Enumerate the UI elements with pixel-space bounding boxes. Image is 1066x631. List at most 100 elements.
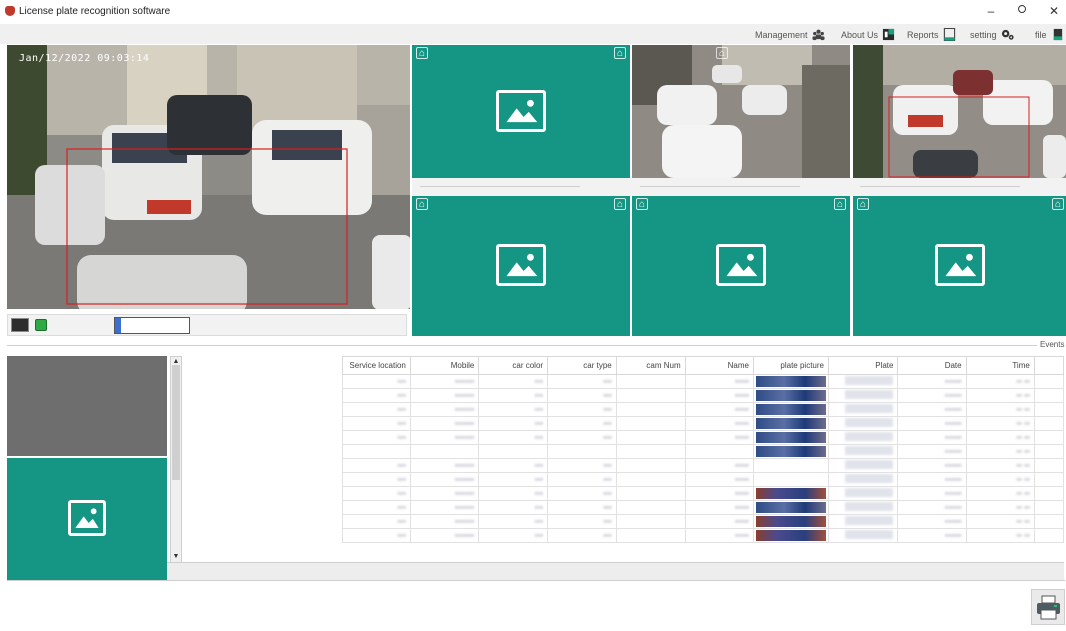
- table-row[interactable]: ••• ••••••• ••• ••• ••••• •••••• •• ••: [342, 514, 1064, 529]
- plate-thumbnail: [755, 376, 826, 387]
- plate-cell: [827, 402, 899, 417]
- camera-icon[interactable]: ⌂: [416, 198, 428, 210]
- print-button[interactable]: [1031, 589, 1065, 625]
- plate-thumbnail: [755, 390, 826, 401]
- col-time[interactable]: Time: [965, 356, 1035, 375]
- cell-value: •••: [397, 531, 406, 540]
- grid-cell: [684, 444, 754, 459]
- cell-value: ••••••: [944, 419, 962, 428]
- cell-value: •••••: [734, 517, 749, 526]
- col-car-color[interactable]: car color: [478, 356, 549, 375]
- grid-cell: •••••••: [409, 388, 480, 403]
- grid-cell: •••: [478, 416, 549, 431]
- reports-menu[interactable]: Reports: [907, 28, 956, 41]
- cell-value: •••: [397, 503, 406, 512]
- grid-cell: [1033, 444, 1064, 459]
- grid-cell: •••: [342, 500, 411, 515]
- cell-value: •••••••: [454, 531, 475, 540]
- camera-tile-7[interactable]: ⌂ ⌂: [853, 196, 1066, 336]
- table-row[interactable]: ••• ••••••• ••• ••• ••••• •••••• •• ••: [342, 486, 1064, 501]
- grid-cell: •••••: [684, 514, 754, 529]
- cell-value: ••••••: [944, 517, 962, 526]
- col-cam-num[interactable]: cam Num: [615, 356, 686, 375]
- col-name[interactable]: Name: [684, 356, 754, 375]
- grid-cell: [1033, 500, 1064, 515]
- table-row[interactable]: ••• ••••••• ••• ••• ••••• •••••• •• ••: [342, 500, 1064, 515]
- layout-grid-icon[interactable]: [11, 318, 29, 332]
- table-row[interactable]: ••• ••••••• ••• ••• ••••• •••••• •• ••: [342, 472, 1064, 487]
- table-row[interactable]: ••• ••••••• ••• ••• ••••• •••••• •• ••: [342, 416, 1064, 431]
- table-row[interactable]: ••• ••••••• ••• ••• ••••• •••••• •• ••: [342, 402, 1064, 417]
- cell-value: ••••••: [944, 447, 962, 456]
- grid-cell: ••••••: [897, 374, 967, 389]
- table-row[interactable]: ••• ••••••• ••• ••• ••••• •••••• •• ••: [342, 374, 1064, 389]
- cell-value: •••: [534, 461, 544, 470]
- table-row[interactable]: •••••• •• ••: [342, 444, 1064, 459]
- file-menu[interactable]: file: [1035, 28, 1064, 41]
- camera-icon[interactable]: ⌂: [834, 198, 846, 210]
- camera-icon[interactable]: ⌂: [716, 47, 728, 59]
- about-menu[interactable]: About Us: [841, 28, 895, 41]
- plate-picture-cell: [752, 458, 829, 473]
- cell-value: •••: [534, 391, 544, 400]
- maximize-button[interactable]: ⭘: [1012, 4, 1032, 17]
- grid-cell: •••: [342, 430, 411, 445]
- list-scrollbar[interactable]: ▲ ▼: [170, 356, 182, 563]
- close-button[interactable]: ✕: [1044, 4, 1064, 18]
- grid-cell: •••••: [684, 500, 754, 515]
- grid-cell: •••: [547, 430, 617, 445]
- camera-tile-6[interactable]: ⌂ ⌂: [632, 196, 850, 336]
- management-label: Management: [755, 29, 808, 40]
- col-car-type[interactable]: car type: [547, 356, 617, 375]
- minimize-button[interactable]: –: [981, 4, 1001, 18]
- events-grid[interactable]: Service location Mobile car color car ty…: [342, 356, 1064, 563]
- col-mobile[interactable]: Mobile: [409, 356, 480, 375]
- col-plate-picture[interactable]: plate picture: [752, 356, 829, 375]
- table-row[interactable]: ••• ••••••• ••• ••• ••••• •••••• •• ••: [342, 430, 1064, 445]
- camera-icon[interactable]: ⌂: [1052, 198, 1064, 210]
- grid-cell: [409, 444, 480, 459]
- plate-text-box: [845, 488, 894, 497]
- grid-horizontal-scrollbar[interactable]: [167, 562, 1064, 580]
- camera-tile-5[interactable]: ⌂ ⌂: [412, 196, 630, 336]
- grid-cell: •••: [547, 500, 617, 515]
- events-table: Service location Mobile car color car ty…: [342, 356, 1064, 543]
- camera-tile-3[interactable]: ⌂: [632, 45, 850, 178]
- grid-cell: •••: [342, 528, 411, 543]
- col-service-location[interactable]: Service location: [342, 356, 411, 375]
- table-row[interactable]: ••• ••••••• ••• ••• ••••• •••••• •• ••: [342, 458, 1064, 473]
- plate-thumbnail: [755, 404, 826, 415]
- plate-thumbnail: [755, 516, 826, 527]
- setting-menu[interactable]: setting: [970, 28, 1014, 41]
- camera-icon[interactable]: ⌂: [614, 47, 626, 59]
- plate-picture-cell: [752, 528, 829, 543]
- camera-selector-input[interactable]: [114, 317, 190, 334]
- camera-icon[interactable]: ⌂: [416, 47, 428, 59]
- cell-value: •••: [534, 475, 544, 484]
- grid-cell: •••: [342, 486, 411, 501]
- camera-tile-4[interactable]: [853, 45, 1066, 178]
- camera-tile-2[interactable]: ⌂ ⌂: [412, 45, 630, 178]
- grid-cell: •• ••: [965, 402, 1035, 417]
- main-camera-view[interactable]: Jan/12/2022 09:03:14: [7, 45, 410, 309]
- camera-icon[interactable]: ⌂: [636, 198, 648, 210]
- plate-cell: [827, 444, 899, 459]
- grid-cell: •••: [342, 388, 411, 403]
- management-menu[interactable]: Management: [755, 28, 825, 41]
- refresh-icon[interactable]: [35, 319, 47, 331]
- grid-cell: •••: [478, 514, 549, 529]
- col-date[interactable]: Date: [897, 356, 967, 375]
- camera-icon[interactable]: ⌂: [614, 198, 626, 210]
- report-icon: [943, 28, 955, 41]
- cell-value: •••••••: [454, 377, 475, 386]
- col-plate[interactable]: Plate: [827, 356, 899, 375]
- table-row[interactable]: ••• ••••••• ••• ••• ••••• •••••• •• ••: [342, 388, 1064, 403]
- camera-icon[interactable]: ⌂: [857, 198, 869, 210]
- cell-value: •••••••: [454, 517, 475, 526]
- table-row[interactable]: ••• ••••••• ••• ••• ••••• •••••• •• ••: [342, 528, 1064, 543]
- plate-thumbnail: [755, 502, 826, 513]
- scroll-down-icon[interactable]: ▼: [172, 553, 180, 561]
- grid-cell: •••: [478, 486, 549, 501]
- scroll-thumb[interactable]: [172, 365, 180, 480]
- grid-cell: •• ••: [965, 458, 1035, 473]
